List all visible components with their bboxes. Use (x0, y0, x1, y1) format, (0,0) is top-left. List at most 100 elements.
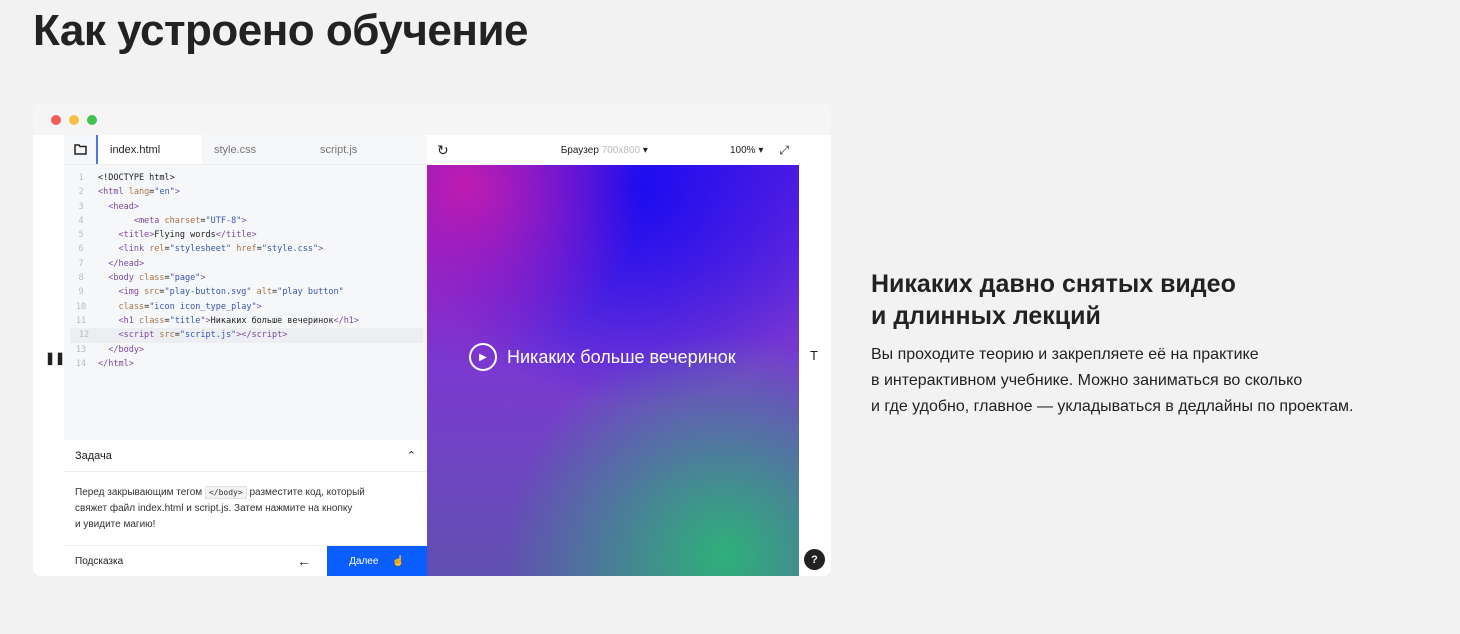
tab-script-js[interactable]: script.js (308, 135, 414, 164)
pause-icon[interactable]: ❚❚ (45, 351, 65, 365)
code-token: > (318, 244, 324, 255)
hint-button[interactable]: Подсказка (64, 556, 297, 567)
code-text: </body> (98, 343, 144, 357)
code-token: Никаких больше вечеринок (210, 315, 334, 326)
code-text: </html> (98, 357, 134, 371)
code-token: <!DOCTYPE html> (98, 173, 175, 183)
code-line: 11 <h1 class="title">Никаких больше вече… (64, 314, 427, 328)
task-text-2: разместите код, который (249, 487, 365, 498)
editor-window: ❚❚ index.html style.css script.js 1 <!DOC… (33, 103, 831, 576)
code-token: rel (149, 244, 165, 255)
code-text: </head> (98, 257, 144, 271)
code-token: > (174, 187, 180, 198)
line-number: 6 (78, 244, 84, 255)
feature-description: Никаких давно снятых видео и длинных лекц… (871, 268, 1431, 420)
code-token: Flying words (154, 230, 216, 241)
zoom-select[interactable]: 100% ▾ (730, 145, 763, 156)
code-token: lang (128, 187, 150, 198)
code-line: 5 <title>Flying words</title> (64, 228, 427, 242)
code-text: <link rel="stylesheet" href="style.css"> (98, 242, 323, 256)
browser-select[interactable]: Браузер 700x800 ▾ (561, 145, 648, 156)
code-line: 3 <head> (64, 200, 427, 214)
code-token: class (138, 273, 165, 284)
code-token: <script (98, 330, 160, 341)
code-area[interactable]: 1 <!DOCTYPE html> 2 <html lang="en"> 3 <head… (64, 165, 427, 371)
arrow-left-icon[interactable]: ← (297, 553, 327, 569)
heading-line-1: Никаких давно снятых видео (871, 270, 1236, 298)
code-token: "en" (154, 187, 175, 198)
next-button[interactable]: Далее ☝ (327, 545, 427, 576)
code-token: "play button" (277, 287, 344, 298)
feature-text: Вы проходите теорию и закрепляете её на … (871, 342, 1411, 420)
code-token: ></script> (236, 330, 288, 341)
code-line: 8 <body class="page"> (64, 271, 427, 285)
code-token: href (236, 244, 257, 255)
window-controls (51, 115, 97, 125)
chevron-up-icon[interactable]: ⌃ (407, 449, 416, 462)
code-token: <html (98, 187, 129, 198)
code-token: </head> (98, 258, 145, 269)
code-token: "script.js" (179, 330, 237, 341)
right-strip: T ? (799, 135, 831, 576)
tab-style-css[interactable]: style.css (202, 135, 308, 164)
line-number: 14 (75, 358, 87, 369)
close-dot[interactable] (51, 115, 61, 125)
code-token: src (144, 287, 160, 298)
code-token: "icon icon_type_play" (149, 301, 257, 312)
play-icon[interactable]: ▶ (469, 343, 497, 371)
feature-heading: Никаких давно снятых видео и длинных лекц… (871, 268, 1431, 332)
text-tool-icon[interactable]: T (810, 348, 818, 363)
code-text: <html lang="en"> (98, 185, 180, 199)
code-token: <h1 (98, 315, 139, 326)
code-token: "page" (169, 273, 201, 284)
code-token: <body (98, 273, 139, 284)
preview-toolbar: ↻ Браузер 700x800 ▾ 100% ▾ ⤢ (427, 135, 799, 165)
browser-size: 700x800 (601, 144, 641, 156)
code-line: 6 <link rel="stylesheet" href="style.css… (64, 242, 427, 256)
help-button[interactable]: ? (804, 549, 825, 570)
folder-icon[interactable] (64, 135, 96, 164)
code-line: 10 class="icon icon_type_play"> (64, 300, 427, 314)
code-token: </html> (98, 358, 134, 369)
refresh-icon[interactable]: ↻ (437, 142, 449, 159)
task-text: Перед закрывающим тегом </body> размести… (64, 472, 427, 546)
heading-line-2: и длинных лекций (871, 302, 1101, 330)
page-title: Как устроено обучение (33, 6, 528, 55)
code-token: src (159, 330, 175, 341)
tab-index-html[interactable]: index.html (96, 135, 202, 164)
line-number: 13 (75, 344, 87, 355)
code-text: <script src="script.js"></script> (98, 328, 287, 342)
minimize-dot[interactable] (69, 115, 79, 125)
line-number: 3 (78, 201, 84, 212)
code-token: <link (98, 244, 150, 255)
text-line-1: Вы проходите теорию и закрепляете её на … (871, 346, 1259, 363)
line-number: 11 (75, 315, 87, 326)
code-line: 14 </html> (64, 357, 427, 371)
code-line: 9 <img src="play-button.svg" alt="play b… (64, 285, 427, 299)
code-text: <body class="page"> (98, 271, 205, 285)
text-line-3: и где удобно, главное — укладываться в д… (871, 398, 1354, 415)
code-text: <h1 class="title">Никаких больше вечерин… (98, 314, 359, 328)
text-line-2: в интерактивном учебнике. Можно занимать… (871, 372, 1303, 389)
maximize-dot[interactable] (87, 115, 97, 125)
task-text-3: свяжет файл index.html и script.js. Зате… (75, 503, 353, 514)
next-label: Далее (349, 555, 379, 567)
line-number: 4 (78, 215, 84, 226)
code-token: <title> (98, 230, 155, 241)
code-token: "play-button.svg" (164, 287, 257, 298)
code-editor: index.html style.css script.js 1 <!DOCTYP… (64, 135, 427, 576)
code-token: alt (256, 287, 273, 298)
preview-title: Никаких больше вечеринок (507, 346, 736, 367)
bottom-bar: Подсказка ← Далее ☝ (64, 545, 427, 576)
line-number: 9 (78, 287, 84, 298)
code-token: class (138, 315, 165, 326)
task-title: Задача (75, 449, 112, 462)
code-text: <meta charset="UTF-8"> (98, 214, 247, 228)
code-token: <meta (98, 215, 165, 226)
code-text: class="icon icon_type_play"> (98, 300, 262, 314)
code-text: <head> (98, 200, 139, 214)
left-strip: ❚❚ (33, 135, 65, 576)
code-token: > (256, 301, 262, 312)
task-text-1: Перед закрывающим тегом (75, 487, 203, 498)
fullscreen-icon[interactable]: ⤢ (779, 143, 789, 158)
